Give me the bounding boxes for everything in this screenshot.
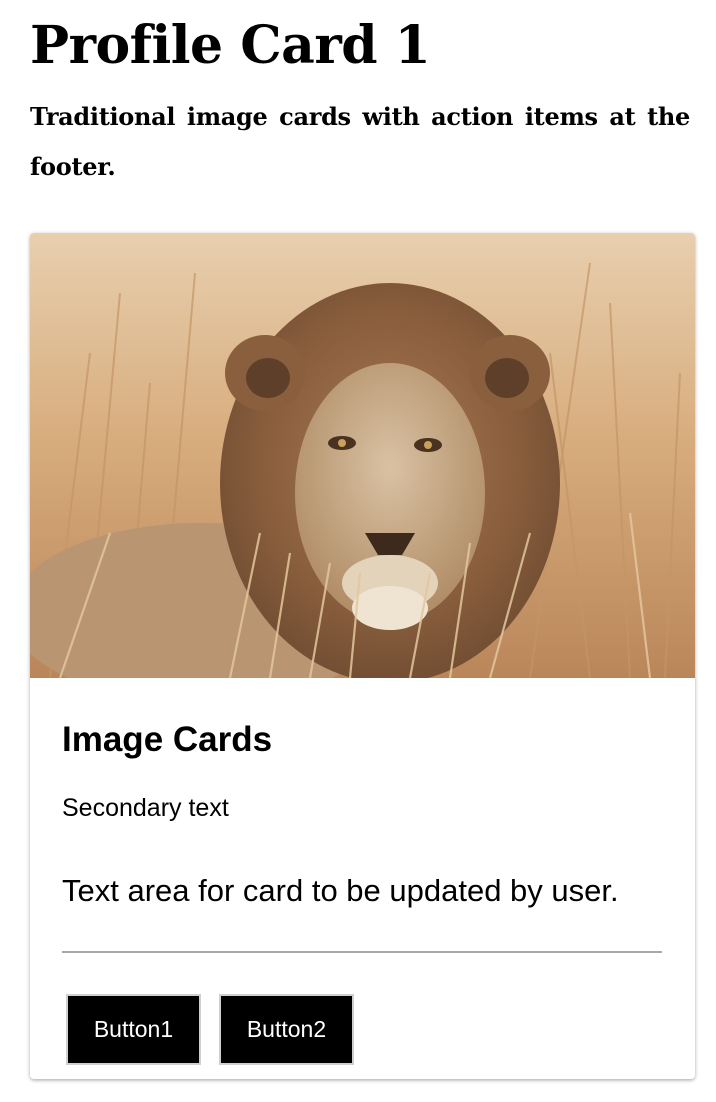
- page-title: Profile Card 1: [30, 15, 431, 76]
- page-subtitle: Traditional image cards with action item…: [30, 102, 690, 181]
- button1[interactable]: Button1: [66, 994, 201, 1065]
- profile-card: Image Cards Secondary text Text area for…: [30, 233, 695, 1079]
- card-secondary-text: Secondary text: [62, 794, 229, 822]
- card-divider: [62, 951, 662, 953]
- card-body-text: Text area for card to be updated by user…: [62, 873, 619, 908]
- card-actions: Button1 Button2: [66, 994, 354, 1065]
- button2[interactable]: Button2: [219, 994, 354, 1065]
- card-title: Image Cards: [62, 720, 273, 759]
- card-image: [30, 233, 695, 678]
